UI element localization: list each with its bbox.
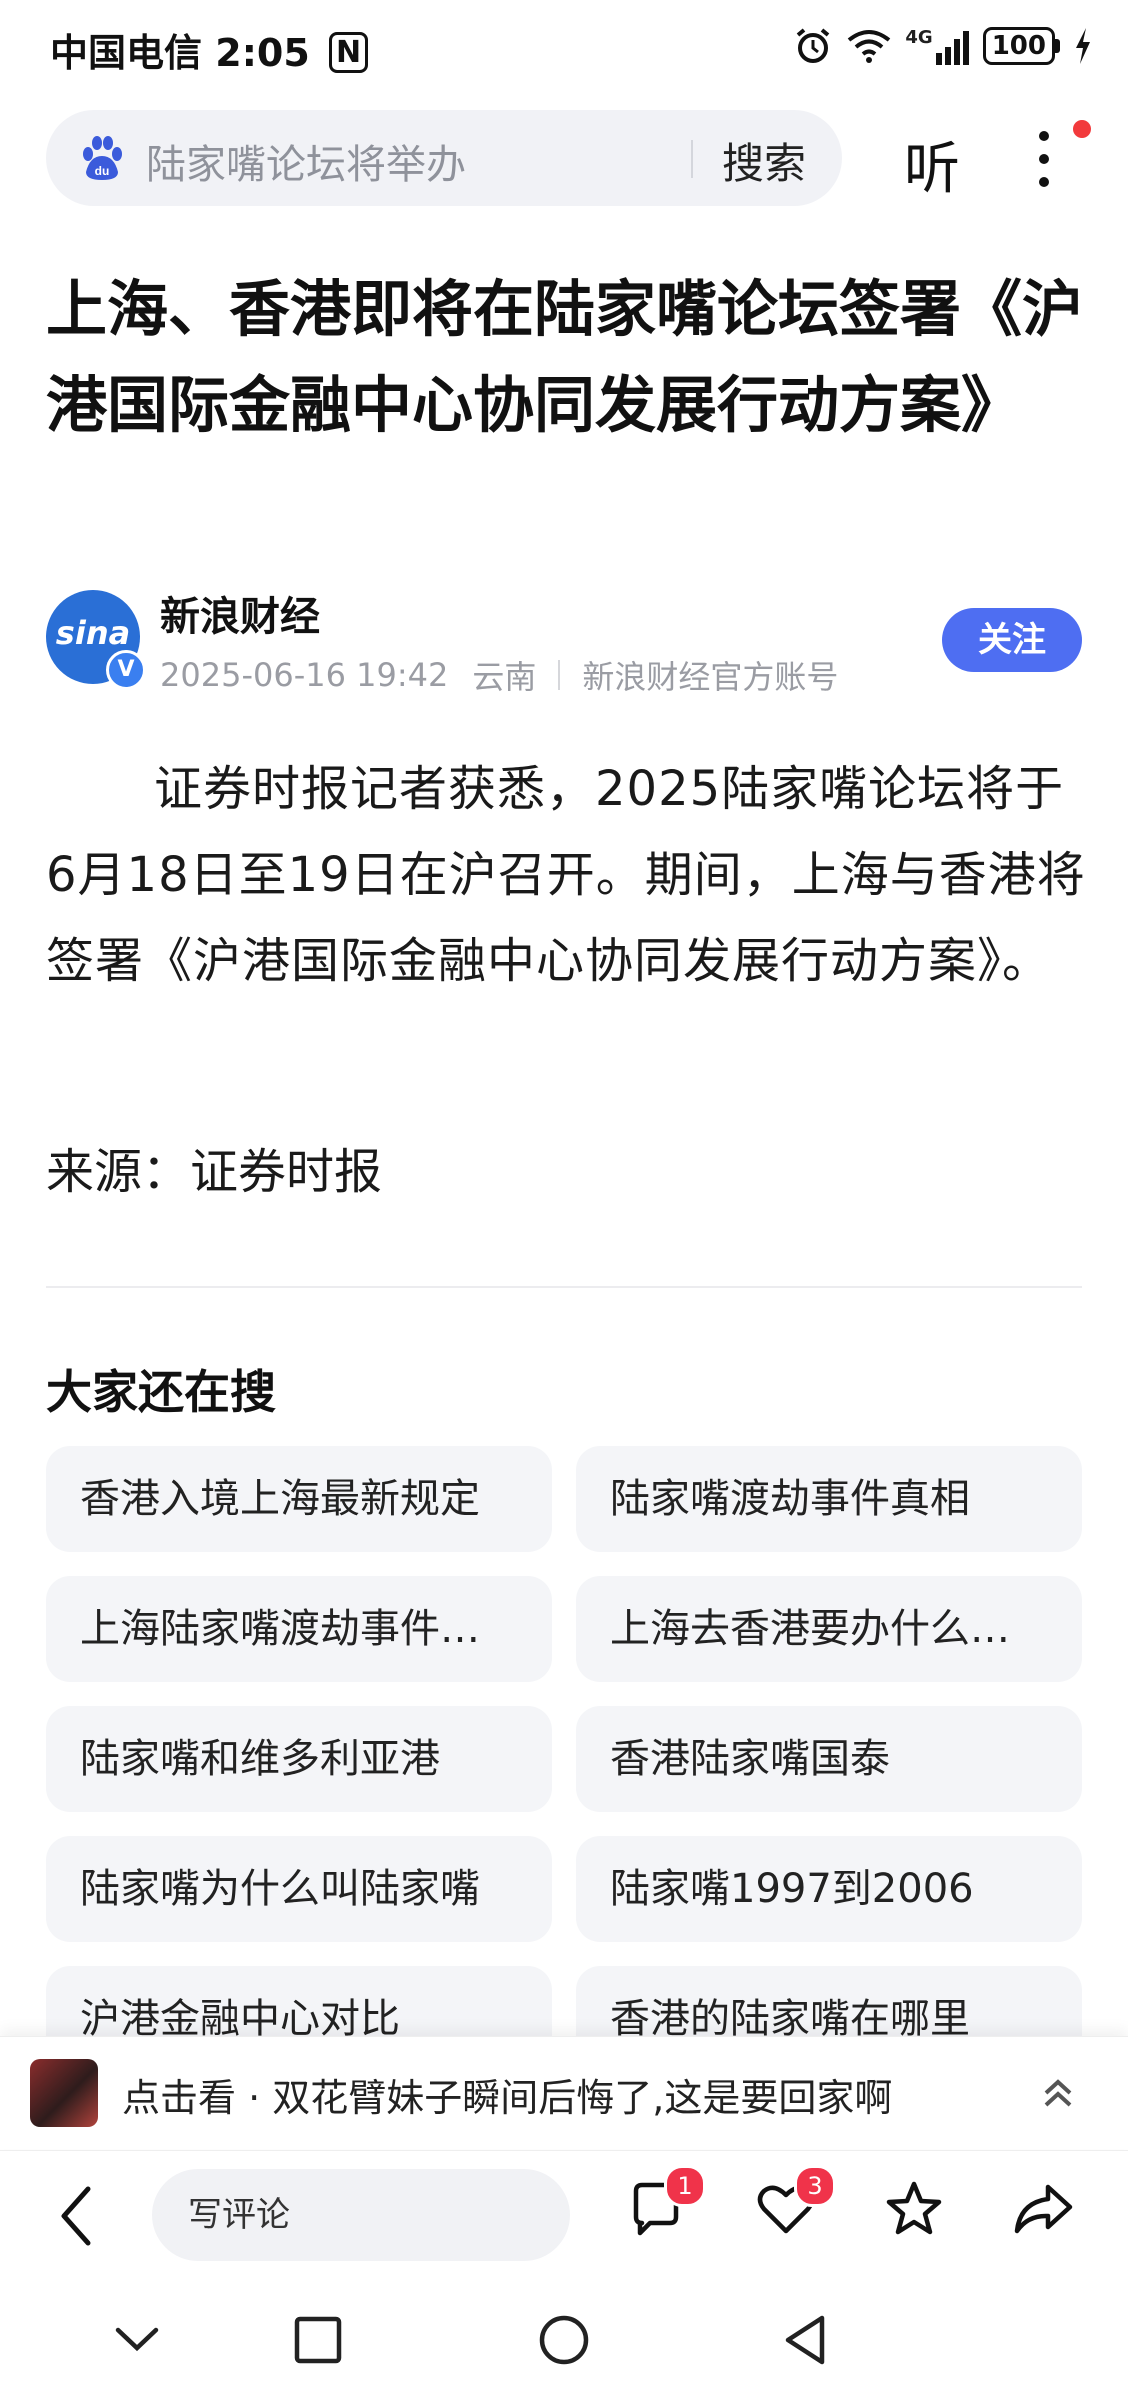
back-arrow-icon[interactable] (56, 2185, 96, 2247)
recommendation-text[interactable]: 点击看 · 双花臂妹子瞬间后悔了,这是要回家啊 (122, 2067, 992, 2122)
related-search-chip[interactable]: 陆家嘴和维多利亚港 (46, 1706, 552, 1812)
article-meta: 2025-06-16 19:42 云南 新浪财经官方账号 (160, 652, 838, 698)
related-search-chip[interactable]: 上海陆家嘴渡劫事件… (46, 1576, 552, 1682)
carrier-name: 中国电信 (50, 31, 203, 75)
search-divider (691, 140, 693, 178)
recommendation-bar[interactable]: 点击看 · 双花臂妹子瞬间后悔了,这是要回家啊 (0, 2036, 1128, 2149)
related-search-label: 上海去香港要办什么… (610, 1606, 1010, 1652)
expand-up-icon[interactable] (1040, 2075, 1076, 2111)
nav-collapse-icon[interactable] (114, 2326, 160, 2354)
publish-location: 云南 (472, 658, 537, 696)
nfc-icon: N (329, 32, 369, 73)
meta-divider (558, 660, 561, 690)
related-search-chip[interactable]: 陆家嘴1997到2006 (576, 1836, 1082, 1942)
related-search-label: 香港入境上海最新规定 (80, 1476, 480, 1522)
status-carrier-time: 中国电信 2:05 N (50, 22, 369, 77)
author-avatar[interactable]: sina V (46, 590, 146, 690)
battery-level: 100 (982, 27, 1055, 65)
share-icon[interactable] (1012, 2179, 1074, 2239)
publish-datetime: 2025-06-16 19:42 (160, 656, 449, 694)
comment-input[interactable]: 写评论 (152, 2169, 570, 2261)
nav-recents-icon[interactable] (294, 2316, 342, 2364)
more-menu-icon[interactable] (1024, 126, 1064, 192)
related-search-chip[interactable]: 上海去香港要办什么… (576, 1576, 1082, 1682)
account-type: 新浪财经官方账号 (582, 658, 839, 696)
action-bar: 写评论 1 3 (0, 2150, 1128, 2281)
article-source: 来源：证券时报 (46, 1144, 383, 1200)
like-count-badge: 3 (794, 2165, 836, 2207)
comment-placeholder: 写评论 (188, 2195, 290, 2235)
nav-back-icon[interactable] (782, 2314, 828, 2366)
article-body: 证券时报记者获悉，2025陆家嘴论坛将于6月18日至19日在沪召开。期间，上海与… (46, 761, 1086, 989)
follow-button[interactable]: 关注 (942, 608, 1082, 672)
related-searches-title: 大家还在搜 (46, 1365, 276, 1419)
alarm-icon (797, 28, 830, 63)
verified-badge-icon: V (106, 650, 146, 690)
favorite-star-icon[interactable] (884, 2179, 944, 2239)
recommendation-thumbnail[interactable] (30, 2059, 98, 2127)
wifi-icon (848, 30, 891, 63)
charging-icon (1076, 28, 1090, 64)
network-type: 4G (905, 27, 933, 48)
related-search-chip[interactable]: 陆家嘴渡劫事件真相 (576, 1446, 1082, 1552)
section-divider (46, 1286, 1082, 1288)
system-nav-bar (0, 2280, 1128, 2400)
related-search-label: 陆家嘴为什么叫陆家嘴 (80, 1866, 480, 1912)
related-search-label: 陆家嘴渡劫事件真相 (610, 1476, 970, 1522)
baidu-paw-icon: du (83, 136, 122, 180)
status-icons: 4G 100 (793, 26, 1092, 66)
related-search-label: 上海陆家嘴渡劫事件… (80, 1606, 480, 1652)
related-search-label: 陆家嘴1997到2006 (610, 1866, 974, 1912)
status-bar: 中国电信 2:05 N 4G 100 (0, 0, 1128, 100)
listen-button[interactable]: 听 (904, 124, 960, 205)
signal-icon: 4G (905, 27, 969, 65)
related-search-label: 陆家嘴和维多利亚港 (80, 1736, 440, 1782)
notification-dot (1073, 120, 1091, 138)
clock: 2:05 (215, 31, 310, 75)
search-input[interactable]: 陆家嘴论坛将举办 (146, 132, 466, 190)
related-search-chip[interactable]: 陆家嘴为什么叫陆家嘴 (46, 1836, 552, 1942)
comment-count-badge: 1 (664, 2165, 706, 2207)
related-search-chip[interactable]: 香港入境上海最新规定 (46, 1446, 552, 1552)
author-name[interactable]: 新浪财经 (160, 584, 320, 642)
avatar-logo-text: sina (55, 614, 131, 652)
related-search-label: 香港陆家嘴国泰 (610, 1736, 890, 1782)
search-button[interactable]: 搜索 (722, 130, 806, 191)
battery-icon: 100 (982, 27, 1060, 65)
related-search-chip[interactable]: 香港陆家嘴国泰 (576, 1706, 1082, 1812)
nav-home-icon[interactable] (538, 2314, 590, 2366)
article-title: 上海、香港即将在陆家嘴论坛签署《沪港国际金融中心协同发展行动方案》 (46, 274, 1084, 441)
baidu-brand-text: du (95, 164, 110, 178)
search-bar[interactable]: du 陆家嘴论坛将举办 搜索 (46, 110, 842, 206)
